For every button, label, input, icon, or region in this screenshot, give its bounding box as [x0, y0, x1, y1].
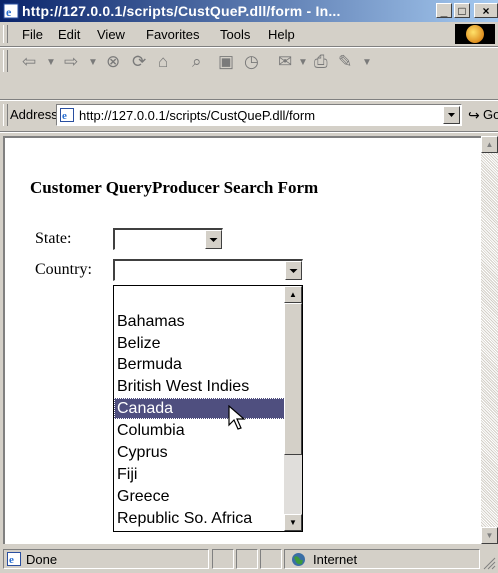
list-item[interactable]: Columbia — [117, 420, 185, 441]
svg-text:e: e — [62, 110, 67, 122]
status-zone-text: Internet — [313, 552, 358, 567]
window-title: http://127.0.0.1/scripts/CustQueP.dll/fo… — [22, 3, 341, 19]
separator — [0, 131, 498, 133]
list-item[interactable]: Greece — [117, 486, 169, 507]
favorites-icon[interactable]: ▣ — [218, 52, 234, 72]
svg-text:e: e — [9, 554, 14, 566]
dropdown-scroll-thumb[interactable] — [284, 303, 302, 455]
dropdown-scrollbar[interactable]: ▲ ▼ — [284, 286, 302, 531]
dropdown-scroll-down-button[interactable]: ▼ — [284, 514, 302, 531]
list-item[interactable]: Bermuda — [117, 354, 182, 375]
close-button[interactable]: × — [474, 3, 498, 18]
list-item[interactable]: Fiji — [117, 464, 137, 485]
menu-view[interactable]: View — [97, 27, 125, 42]
menu-tools[interactable]: Tools — [220, 27, 250, 42]
stop-icon[interactable]: ⊗ — [106, 52, 120, 72]
print-icon[interactable]: ⎙ — [314, 52, 328, 72]
maximize-button[interactable]: □ — [454, 3, 470, 18]
status-panel — [260, 549, 282, 569]
menu-favorites[interactable]: Favorites — [146, 27, 199, 42]
page-title: Customer QueryProducer Search Form — [30, 178, 319, 197]
forward-icon[interactable]: ⇨ — [64, 52, 78, 72]
scroll-down-button[interactable]: ▼ — [481, 527, 498, 544]
chevron-down-icon — [209, 238, 218, 242]
edit-icon[interactable]: ✎ — [338, 52, 352, 72]
address-grip[interactable] — [3, 104, 8, 126]
scroll-up-button[interactable]: ▲ — [481, 136, 498, 153]
ie-page-icon: e — [7, 552, 21, 566]
forward-dropdown-icon[interactable]: ▼ — [88, 57, 98, 68]
minimize-button[interactable]: _ — [436, 3, 452, 18]
list-item-selected[interactable]: Canada — [114, 398, 285, 419]
country-select[interactable] — [113, 259, 303, 281]
refresh-icon[interactable]: ⟳ — [132, 52, 146, 72]
chevron-down-icon — [289, 269, 298, 273]
search-icon[interactable]: ⌕ — [192, 52, 202, 72]
mouse-cursor-icon — [228, 405, 246, 430]
country-dropdown-button[interactable] — [285, 261, 302, 280]
list-item[interactable]: Belize — [117, 333, 161, 354]
chevron-down-icon — [448, 113, 455, 117]
list-item[interactable]: Bahamas — [117, 311, 185, 332]
menu-edit[interactable]: Edit — [58, 27, 80, 42]
address-bar: Address e http://127.0.0.1/scripts/CustQ… — [0, 101, 498, 129]
status-panel — [236, 549, 258, 569]
standard-toolbar: ⇦ ▼ ⇨ ▼ ⊗ ⟳ ⌂ ⌕ ▣ ◷ ✉ ▼ ⎙ ✎ ▼ — [0, 47, 498, 75]
status-zone-panel: Internet — [284, 549, 480, 569]
mail-icon[interactable]: ✉ — [278, 52, 292, 72]
menu-help[interactable]: Help — [268, 27, 295, 42]
svg-text:e: e — [6, 5, 12, 19]
resize-grip-icon[interactable] — [482, 556, 496, 570]
list-item[interactable]: British West Indies — [117, 376, 249, 397]
menu-file[interactable]: File — [22, 27, 43, 42]
go-button[interactable]: Go — [483, 107, 498, 122]
status-text: Done — [26, 552, 58, 567]
title-bar[interactable]: e http://127.0.0.1/scripts/CustQueP.dll/… — [0, 0, 498, 22]
home-icon[interactable]: ⌂ — [158, 52, 168, 72]
dropdown-scroll-up-button[interactable]: ▲ — [284, 286, 302, 303]
mail-dropdown-icon[interactable]: ▼ — [298, 57, 308, 68]
state-dropdown-button[interactable] — [205, 230, 222, 249]
menu-bar: File Edit View Favorites Tools Help — [0, 23, 498, 45]
page-scrollbar[interactable]: ▲ ▼ — [481, 136, 498, 544]
list-item[interactable]: Cyprus — [117, 442, 168, 463]
state-select[interactable] — [113, 228, 223, 250]
ie-throbber-logo — [455, 24, 495, 44]
address-input[interactable]: e http://127.0.0.1/scripts/CustQueP.dll/… — [56, 104, 462, 126]
list-item[interactable]: Republic So. Africa — [117, 508, 252, 529]
edit-dropdown-icon[interactable]: ▼ — [362, 57, 372, 68]
ie-page-icon: e — [3, 3, 19, 19]
state-label: State: — [35, 230, 72, 247]
status-bar: e Done Internet — [0, 546, 498, 573]
address-dropdown-button[interactable] — [443, 106, 460, 124]
country-label: Country: — [35, 261, 92, 278]
address-url: http://127.0.0.1/scripts/CustQueP.dll/fo… — [79, 108, 316, 123]
back-icon[interactable]: ⇦ — [22, 52, 36, 72]
address-label: Address — [10, 107, 58, 122]
status-panel — [212, 549, 234, 569]
go-arrow-icon[interactable]: ↪ — [468, 107, 480, 124]
ie-page-icon: e — [60, 108, 74, 122]
browser-window: e http://127.0.0.1/scripts/CustQueP.dll/… — [0, 0, 498, 573]
toolbar-grip[interactable] — [3, 50, 8, 72]
menu-grip[interactable] — [3, 25, 8, 43]
country-dropdown-list: Bahamas Belize Bermuda British West Indi… — [113, 285, 303, 532]
back-dropdown-icon[interactable]: ▼ — [46, 57, 56, 68]
history-icon[interactable]: ◷ — [244, 52, 259, 72]
internet-globe-icon — [292, 553, 305, 566]
status-done-panel: e Done — [3, 549, 209, 569]
